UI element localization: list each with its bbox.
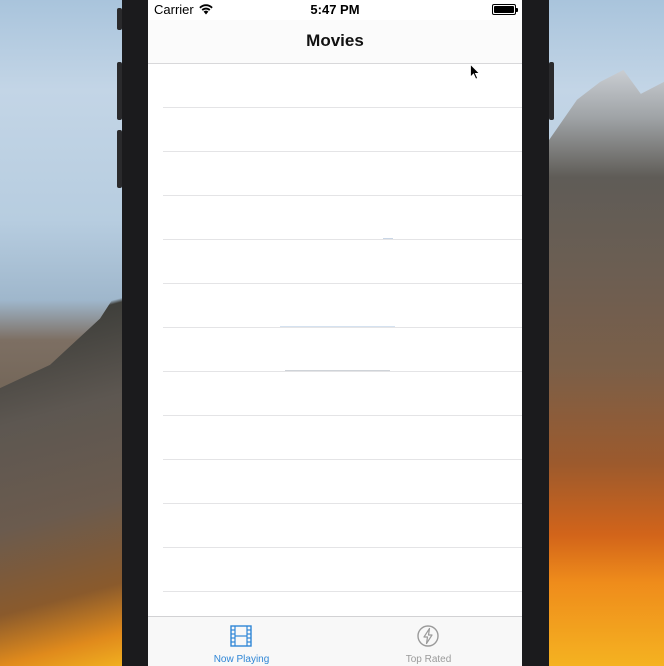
tab-bar: Now Playing Top Rated: [148, 616, 522, 666]
volume-up-button: [117, 62, 122, 120]
lightning-icon: [417, 625, 439, 647]
film-icon: [230, 625, 252, 647]
tab-now-playing[interactable]: Now Playing: [148, 617, 335, 666]
status-bar: Carrier 5:47 PM: [148, 0, 522, 20]
battery-icon: [492, 4, 518, 15]
mouse-cursor-icon: [470, 64, 480, 80]
table-row[interactable]: [163, 284, 522, 328]
page-title: Movies: [306, 31, 364, 50]
tab-top-rated[interactable]: Top Rated: [335, 617, 522, 666]
table-row[interactable]: [163, 64, 522, 108]
mute-switch: [117, 8, 122, 30]
table-row[interactable]: [163, 196, 522, 240]
table-row[interactable]: [163, 152, 522, 196]
table-row[interactable]: [163, 372, 522, 416]
power-button: [549, 62, 554, 120]
loading-artifact: [285, 370, 390, 371]
table-row[interactable]: [163, 416, 522, 460]
volume-down-button: [117, 130, 122, 188]
table-row[interactable]: [163, 328, 522, 372]
mountain-right: [548, 70, 664, 666]
table-row[interactable]: [163, 504, 522, 548]
movies-table[interactable]: [148, 64, 522, 616]
loading-artifact: [383, 238, 393, 239]
tab-label-top-rated: Top Rated: [405, 654, 452, 665]
app-screen: Carrier 5:47 PM Movies Now Playing Top R…: [148, 0, 522, 666]
tab-label-now-playing: Now Playing: [213, 654, 270, 665]
loading-artifact: [280, 326, 395, 327]
table-row[interactable]: [163, 240, 522, 284]
clock: 5:47 PM: [310, 2, 360, 17]
table-row[interactable]: [163, 548, 522, 592]
table-row[interactable]: [163, 460, 522, 504]
navigation-bar: Movies: [148, 20, 522, 64]
table-row[interactable]: [163, 108, 522, 152]
